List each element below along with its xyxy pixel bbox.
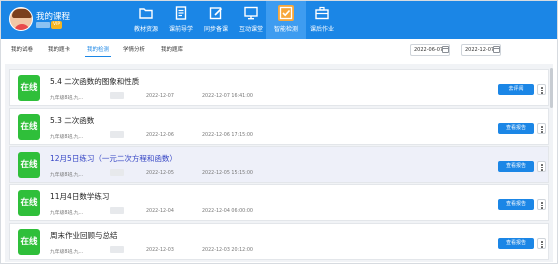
online-badge: 在线 xyxy=(18,114,40,140)
more-options-icon[interactable] xyxy=(537,199,546,210)
start-date: 2022-12-07 xyxy=(146,94,174,99)
tab-my-papers[interactable]: 我的试卷 xyxy=(11,45,33,53)
more-options-icon[interactable] xyxy=(537,84,546,95)
calendar-icon[interactable] xyxy=(442,46,449,53)
dot xyxy=(541,164,543,166)
dot xyxy=(541,166,543,169)
app-window: 我的课程 VIP 教材资源 课前导学 同步备课 互动课堂 智能检测 课后作业 我… xyxy=(0,0,558,264)
test-title[interactable]: 11月4日数学练习 xyxy=(50,191,109,202)
redacted-chip xyxy=(110,207,124,214)
nav-item-materials[interactable]: 教材资源 xyxy=(126,1,166,39)
start-date: 2022-12-05 xyxy=(146,171,174,176)
dot xyxy=(541,126,543,128)
document-icon xyxy=(175,6,187,20)
dot xyxy=(541,131,543,133)
online-badge: 在线 xyxy=(18,152,40,178)
avatar[interactable] xyxy=(9,7,33,31)
online-badge: 在线 xyxy=(18,190,40,216)
folder-icon xyxy=(139,8,153,19)
more-options-icon[interactable] xyxy=(537,238,546,249)
review-button[interactable]: 去评阅 xyxy=(498,84,534,95)
dot xyxy=(541,87,543,89)
calendar-icon[interactable] xyxy=(493,46,500,53)
dot xyxy=(541,243,543,246)
start-date: 2022-12-06 xyxy=(146,133,174,138)
end-date: 2022-12-04 06:00:00 xyxy=(202,209,253,214)
dot xyxy=(541,202,543,204)
tab-question-bank[interactable]: 我的题库 xyxy=(161,45,183,53)
list-item[interactable]: 在线 12月5日练习（一元二次方程和函数） 九年级8班,九... 2022-12… xyxy=(9,146,549,183)
tab-analysis[interactable]: 学情分析 xyxy=(123,45,145,53)
end-date: 2022-12-05 15:15:00 xyxy=(202,171,253,176)
dot xyxy=(541,169,543,171)
end-date: 2022-12-03 20:12:00 xyxy=(202,248,253,253)
dot xyxy=(541,89,543,92)
test-title[interactable]: 12月5日练习（一元二次方程和函数） xyxy=(50,153,177,164)
test-list: 在线 5.4 二次函数的图象和性质 九年级8班,九... 2022-12-07 … xyxy=(5,64,553,262)
class-name: 九年级8班,九... xyxy=(50,250,84,255)
tab-my-cards[interactable]: 我的题卡 xyxy=(48,45,70,53)
list-item[interactable]: 在线 5.3 二次函数 九年级8班,九... 2022-12-06 2022-1… xyxy=(9,108,549,145)
top-header: 我的课程 VIP 教材资源 课前导学 同步备课 互动课堂 智能检测 课后作业 xyxy=(1,1,557,39)
nav-label: 课后作业 xyxy=(309,26,334,33)
list-item[interactable]: 在线 周末作业回顾与总结 九年级8班,九... 2022-12-03 2022-… xyxy=(9,223,549,260)
test-title[interactable]: 5.4 二次函数的图象和性质 xyxy=(50,76,139,87)
dot xyxy=(541,92,543,94)
redacted-chip xyxy=(110,246,124,253)
list-item[interactable]: 在线 5.4 二次函数的图象和性质 九年级8班,九... 2022-12-07 … xyxy=(9,69,549,106)
redacted-chip xyxy=(110,131,124,138)
class-name: 九年级8班,九... xyxy=(50,96,84,101)
nav-item-lesson-prep[interactable]: 同步备课 xyxy=(196,1,236,39)
test-title[interactable]: 5.3 二次函数 xyxy=(50,115,94,126)
monitor-icon xyxy=(244,6,258,20)
scrollbar[interactable] xyxy=(550,68,553,108)
avatar-shirt xyxy=(14,24,30,30)
class-name: 九年级8班,九... xyxy=(50,211,84,216)
nav-item-classroom[interactable]: 互动课堂 xyxy=(231,1,271,39)
check-box-icon xyxy=(279,6,293,20)
nav-item-preview[interactable]: 课前导学 xyxy=(161,1,201,39)
class-name: 九年级8班,九... xyxy=(50,173,84,178)
test-title[interactable]: 周末作业回顾与总结 xyxy=(50,230,118,241)
user-name-chip xyxy=(36,22,50,28)
start-date: 2022-12-04 xyxy=(146,209,174,214)
more-options-icon[interactable] xyxy=(537,123,546,134)
nav-item-homework[interactable]: 课后作业 xyxy=(302,1,342,39)
view-report-button[interactable]: 查看报告 xyxy=(498,123,534,134)
briefcase-icon xyxy=(315,6,329,20)
online-badge: 在线 xyxy=(18,75,40,101)
active-tab-underline xyxy=(85,56,111,57)
dot xyxy=(541,246,543,248)
level-badge: VIP xyxy=(51,21,63,29)
view-report-button[interactable]: 查看报告 xyxy=(498,161,534,172)
list-item[interactable]: 在线 11月4日数学练习 九年级8班,九... 2022-12-04 2022-… xyxy=(9,184,549,221)
avatar-hair xyxy=(12,9,32,18)
view-report-button[interactable]: 查看报告 xyxy=(498,238,534,249)
class-name: 九年级8班,九... xyxy=(50,135,84,140)
view-report-button[interactable]: 查看报告 xyxy=(498,199,534,210)
redacted-chip xyxy=(110,92,124,99)
dot xyxy=(541,241,543,243)
end-date: 2022-12-06 17:15:00 xyxy=(202,133,253,138)
dot xyxy=(541,204,543,207)
redacted-chip xyxy=(110,169,124,176)
tab-my-tests[interactable]: 我的检测 xyxy=(87,45,109,53)
nav-item-smart-test[interactable]: 智能检测 xyxy=(266,1,306,39)
dot xyxy=(541,128,543,131)
end-date: 2022-12-07 16:41:00 xyxy=(202,94,253,99)
dot xyxy=(541,207,543,209)
more-options-icon[interactable] xyxy=(537,161,546,172)
start-date: 2022-12-03 xyxy=(146,248,174,253)
edit-icon xyxy=(209,7,223,20)
online-badge: 在线 xyxy=(18,229,40,255)
